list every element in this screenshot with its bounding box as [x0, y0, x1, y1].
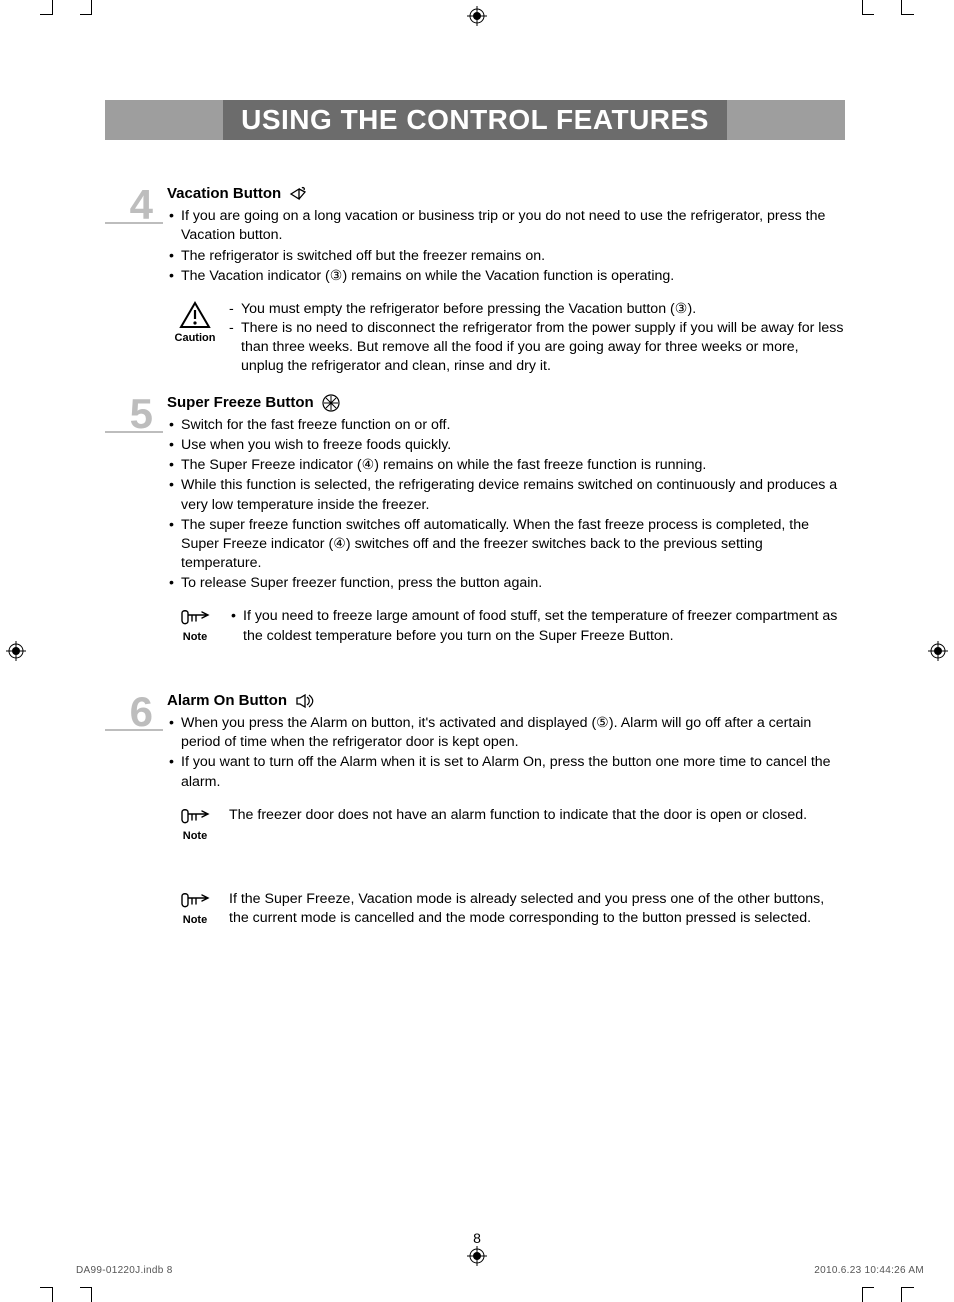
page-content: USING THE CONTROL FEATURES 4 Vacation Bu…: [105, 100, 845, 944]
note-hand-icon: [178, 806, 212, 828]
note-label: Note: [167, 830, 223, 842]
section-heading: Super Freeze Button: [167, 393, 314, 413]
bullet-item: Switch for the fast freeze function on o…: [169, 416, 845, 435]
note-block: Note The freezer door does not have an a…: [167, 806, 845, 842]
bullet-item: If you are going on a long vacation or b…: [169, 207, 845, 245]
section-number: 6: [105, 691, 157, 733]
crop-mark: [901, 0, 902, 15]
crop-mark: [901, 1287, 902, 1302]
crop-mark: [902, 14, 914, 15]
note-block: Note If the Super Freeze, Vacation mode …: [167, 890, 845, 928]
crop-mark: [91, 1287, 92, 1302]
registration-mark-icon: [467, 1246, 487, 1266]
vacation-icon: [289, 186, 309, 202]
note-text: If you need to freeze large amount of fo…: [231, 607, 845, 645]
crop-mark: [40, 1287, 52, 1288]
registration-mark-icon: [467, 6, 487, 26]
section-4: 4 Vacation Button If you are going on a …: [105, 184, 845, 383]
note-text: If the Super Freeze, Vacation mode is al…: [223, 890, 845, 928]
title-bar: USING THE CONTROL FEATURES: [105, 100, 845, 140]
bullet-item: While this function is selected, the ref…: [169, 476, 845, 514]
crop-mark: [862, 1287, 874, 1288]
caution-block: Caution You must empty the refrigerator …: [167, 300, 845, 377]
note-block: Note If you need to freeze large amount …: [167, 607, 845, 646]
bullet-item: Use when you wish to freeze foods quickl…: [169, 436, 845, 455]
bullet-item: To release Super freezer function, press…: [169, 574, 845, 593]
bullet-item: If you want to turn off the Alarm when i…: [169, 753, 845, 791]
note-label: Note: [167, 914, 223, 926]
note-hand-icon: [178, 607, 212, 629]
speaker-icon: [295, 693, 315, 709]
page-title: USING THE CONTROL FEATURES: [223, 100, 727, 140]
caution-icon: [178, 300, 212, 330]
crop-mark: [40, 14, 52, 15]
section-6: 6 Alarm On Button When you press the Ala…: [105, 691, 845, 934]
section-number: 5: [105, 393, 157, 435]
bullet-item: The refrigerator is switched off but the…: [169, 247, 845, 266]
registration-mark-icon: [928, 641, 948, 661]
page-number: 8: [473, 1230, 481, 1246]
crop-mark: [862, 1287, 863, 1302]
crop-mark: [91, 0, 92, 15]
section-5: 5 Super Freeze Button Switch for the fas…: [105, 393, 845, 653]
caution-item: You must empty the refrigerator before p…: [229, 300, 845, 319]
caution-item: There is no need to disconnect the refri…: [229, 319, 845, 377]
note-hand-icon: [178, 890, 212, 912]
footer-timestamp: 2010.6.23 10:44:26 AM: [814, 1265, 924, 1276]
section-5-bullets: Switch for the fast freeze function on o…: [167, 416, 845, 594]
crop-mark: [52, 1287, 53, 1302]
registration-mark-icon: [6, 641, 26, 661]
section-6-bullets: When you press the Alarm on button, it's…: [167, 714, 845, 792]
snowflake-icon: [322, 394, 340, 412]
print-footer: DA99-01220J.indb 8 2010.6.23 10:44:26 AM: [76, 1265, 924, 1276]
section-number: 4: [105, 184, 157, 226]
section-heading: Alarm On Button: [167, 691, 287, 711]
note-text: The freezer door does not have an alarm …: [223, 806, 845, 825]
section-heading: Vacation Button: [167, 184, 281, 204]
crop-mark: [52, 0, 53, 15]
caution-label: Caution: [167, 332, 223, 344]
section-4-bullets: If you are going on a long vacation or b…: [167, 207, 845, 286]
note-label: Note: [167, 631, 223, 643]
crop-mark: [862, 14, 874, 15]
bullet-item: When you press the Alarm on button, it's…: [169, 714, 845, 752]
bullet-item: The Super Freeze indicator (④) remains o…: [169, 456, 845, 475]
footer-filename: DA99-01220J.indb 8: [76, 1265, 173, 1276]
bullet-item: The Vacation indicator (③) remains on wh…: [169, 267, 845, 286]
crop-mark: [862, 0, 863, 15]
crop-mark: [902, 1287, 914, 1288]
bullet-item: The super freeze function switches off a…: [169, 516, 845, 574]
